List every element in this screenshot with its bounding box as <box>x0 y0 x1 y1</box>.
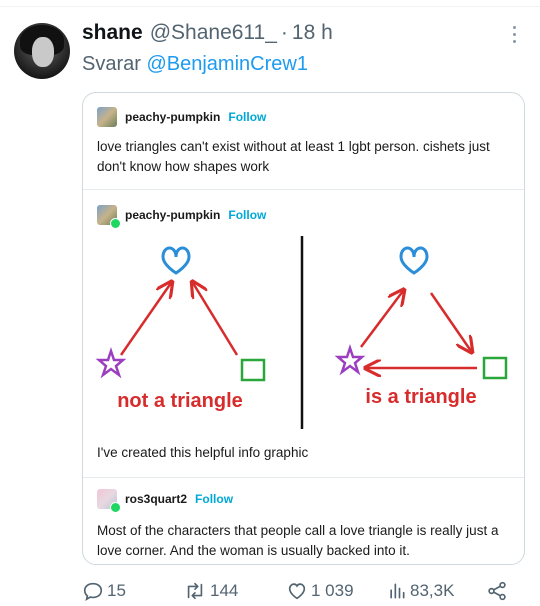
badge-icon <box>110 502 121 513</box>
left-label: not a triangle <box>117 390 243 412</box>
follow-button[interactable]: Follow <box>228 208 266 222</box>
divider <box>83 189 524 190</box>
reply-icon <box>83 582 103 601</box>
separator-dot: · <box>280 21 288 44</box>
post-caption: I've created this helpful info graphic <box>97 445 309 460</box>
square-icon <box>482 356 508 380</box>
replying-to: Svarar @BenjaminCrew1 <box>82 53 308 76</box>
heart-icon <box>399 246 429 275</box>
star-icon <box>334 344 366 376</box>
more-options-icon[interactable] <box>506 24 522 46</box>
retweet-button[interactable]: 144 <box>183 580 238 602</box>
display-name[interactable]: shane <box>82 21 143 45</box>
arrow <box>360 291 403 348</box>
views-icon <box>390 583 405 599</box>
avatar-image <box>97 107 117 127</box>
timestamp[interactable]: 18 h <box>292 21 333 45</box>
views-count: 83,3K <box>410 581 455 600</box>
post-text: love triangles can't exist without at le… <box>97 139 490 174</box>
avatar-face <box>32 37 54 67</box>
post-username[interactable]: peachy-pumpkin <box>125 110 220 124</box>
follow-button[interactable]: Follow <box>228 110 266 124</box>
square-icon <box>240 358 266 382</box>
heart-icon <box>161 246 191 275</box>
post-username[interactable]: peachy-pumpkin <box>125 208 220 222</box>
follow-button[interactable]: Follow <box>195 492 233 506</box>
views-button[interactable]: 83,3K <box>387 580 454 602</box>
post-header: peachy-pumpkin Follow <box>97 107 266 127</box>
post-username[interactable]: ros3quart2 <box>125 492 187 506</box>
arrow <box>193 283 239 356</box>
retweet-count: 144 <box>210 581 239 600</box>
tweet-header: shane @Shane611_ · 18 h <box>82 21 333 45</box>
retweet-icon <box>187 582 203 600</box>
user-handle[interactable]: @Shane611_ <box>150 21 277 45</box>
reply-prefix: Svarar <box>82 53 141 75</box>
post-header: ros3quart2 Follow <box>97 489 233 513</box>
info-graphic: not a triangle is a triangle <box>95 236 508 429</box>
like-button[interactable]: 1 039 <box>286 580 354 602</box>
tumblr-screenshot[interactable]: peachy-pumpkin Follow love triangles can… <box>82 92 525 565</box>
heart-icon <box>288 583 306 600</box>
top-divider <box>0 6 540 7</box>
like-count: 1 039 <box>311 581 354 600</box>
post-avatar[interactable] <box>97 489 121 513</box>
post-avatar[interactable] <box>97 205 121 229</box>
badge-icon <box>110 218 121 229</box>
reply-mention[interactable]: @BenjaminCrew1 <box>146 53 307 75</box>
share-icon <box>488 581 506 601</box>
arrow <box>429 292 471 351</box>
share-button[interactable] <box>486 580 511 602</box>
divider <box>83 477 524 478</box>
arrow <box>119 283 171 356</box>
reply-count: 15 <box>107 581 126 600</box>
avatar[interactable] <box>14 23 70 79</box>
reply-button[interactable]: 15 <box>82 580 126 602</box>
post-avatar[interactable] <box>97 107 117 127</box>
star-icon <box>95 347 127 379</box>
post-text: Most of the characters that people call … <box>97 523 499 558</box>
right-label: is a triangle <box>365 386 476 408</box>
action-bar: 15 144 1 039 83,3K <box>0 580 540 606</box>
post-header: peachy-pumpkin Follow <box>97 205 266 229</box>
